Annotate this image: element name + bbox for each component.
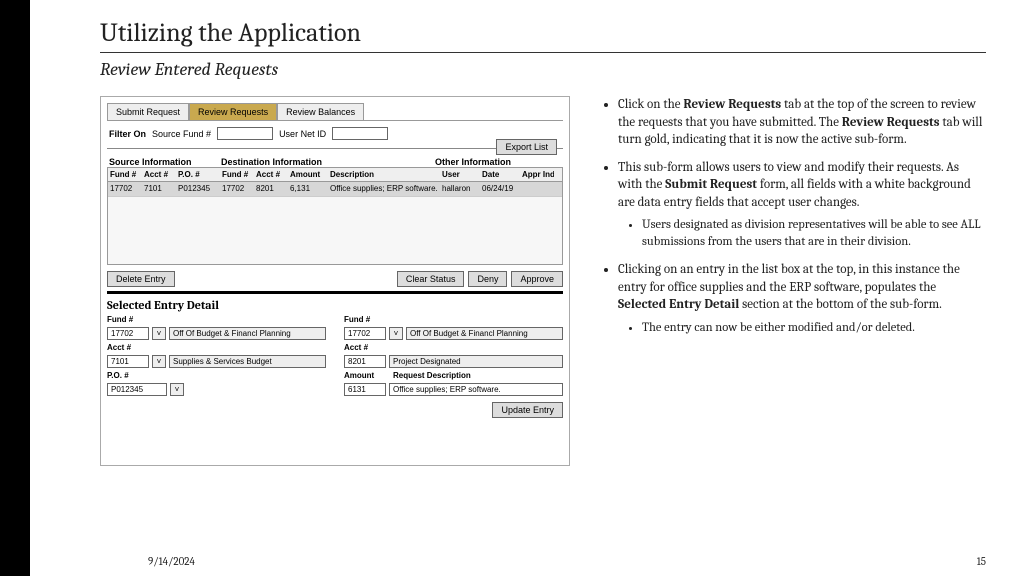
cell-po: P012345 xyxy=(176,182,220,196)
lbl-acct-r: Acct # xyxy=(344,343,563,352)
col-user: User xyxy=(440,168,480,181)
request-table: Fund # Acct # P.O. # Fund # Acct # Amoun… xyxy=(107,167,563,265)
user-netid-input[interactable] xyxy=(332,127,388,140)
delete-entry-button[interactable]: Delete Entry xyxy=(107,271,175,287)
table-row[interactable]: 17702 7101 P012345 17702 8201 6,131 Offi… xyxy=(108,182,562,196)
footer-date: 9/14/2024 xyxy=(148,555,195,568)
group-destination: Destination Information xyxy=(221,157,435,167)
cell-user: hallaron xyxy=(440,182,480,196)
filter-label: Filter On xyxy=(109,129,146,139)
col-appr: Appr Ind xyxy=(520,168,554,181)
col-description: Description xyxy=(328,168,440,181)
content-row: Submit Request Review Requests Review Ba… xyxy=(100,96,986,466)
left-po-field[interactable]: P012345 xyxy=(107,383,167,396)
cell-desc: Office supplies; ERP software. xyxy=(328,182,440,196)
right-acct-field[interactable]: 8201 xyxy=(344,355,386,368)
table-empty-rows xyxy=(108,196,562,264)
chevron-down-icon[interactable]: ˅ xyxy=(152,327,166,340)
lbl-po: P.O. # xyxy=(107,371,326,380)
col-po: P.O. # xyxy=(176,168,220,181)
left-fund-field[interactable]: 17702 xyxy=(107,327,149,340)
filter-row: Filter On Source Fund # User Net ID xyxy=(107,121,563,146)
cell-fund2: 17702 xyxy=(220,182,254,196)
column-group-headers: Source Information Destination Informati… xyxy=(107,157,563,167)
source-fund-input[interactable] xyxy=(217,127,273,140)
cell-date: 06/24/19 xyxy=(480,182,520,196)
approve-button[interactable]: Approve xyxy=(511,271,563,287)
app-screenshot: Submit Request Review Requests Review Ba… xyxy=(100,96,570,466)
detail-columns: Fund # 17702 ˅ Off Of Budget & Financl P… xyxy=(107,315,563,396)
col-date: Date xyxy=(480,168,520,181)
table-header: Fund # Acct # P.O. # Fund # Acct # Amoun… xyxy=(108,168,562,182)
tab-review-requests[interactable]: Review Requests xyxy=(189,103,277,120)
lbl-amount: Amount xyxy=(344,371,390,380)
slide-accent-bar xyxy=(0,0,30,576)
footer-page-number: 15 xyxy=(977,555,986,568)
tab-review-balances[interactable]: Review Balances xyxy=(277,103,364,120)
group-source: Source Information xyxy=(109,157,221,167)
request-desc-field[interactable]: Office supplies; ERP software. xyxy=(389,383,563,396)
col-fund: Fund # xyxy=(108,168,142,181)
clear-status-button[interactable]: Clear Status xyxy=(397,271,465,287)
cell-appr xyxy=(520,182,554,196)
left-acct-desc: Supplies & Services Budget xyxy=(169,355,326,368)
tab-bar: Submit Request Review Requests Review Ba… xyxy=(107,103,563,121)
filter-source-fund-label: Source Fund # xyxy=(152,129,211,139)
list-item: The entry can now be either modified and… xyxy=(642,320,986,337)
filter-user-netid-label: User Net ID xyxy=(279,129,326,139)
chevron-down-icon[interactable]: ˅ xyxy=(170,383,184,396)
col-acct2: Acct # xyxy=(254,168,288,181)
action-row: Delete Entry Clear Status Deny Approve xyxy=(107,271,563,287)
deny-button[interactable]: Deny xyxy=(468,271,507,287)
lbl-fund-r: Fund # xyxy=(344,315,563,324)
list-item: Click on the Review Requests tab at the … xyxy=(618,96,986,149)
chevron-down-icon[interactable]: ˅ xyxy=(152,355,166,368)
thick-rule xyxy=(107,291,563,294)
export-list-button[interactable]: Export List xyxy=(496,139,557,155)
col-fund2: Fund # xyxy=(220,168,254,181)
right-acct-desc: Project Designated xyxy=(389,355,563,368)
right-fund-field[interactable]: 17702 xyxy=(344,327,386,340)
instruction-text: Click on the Review Requests tab at the … xyxy=(600,96,986,466)
list-item: Clicking on an entry in the list box at … xyxy=(618,261,986,337)
group-other: Other Information xyxy=(435,157,561,167)
col-acct: Acct # xyxy=(142,168,176,181)
detail-heading: Selected Entry Detail xyxy=(107,298,563,312)
chevron-down-icon[interactable]: ˅ xyxy=(389,327,403,340)
title-rule xyxy=(100,52,986,53)
list-item: This sub-form allows users to view and m… xyxy=(618,159,986,251)
left-acct-field[interactable]: 7101 xyxy=(107,355,149,368)
lbl-reqdesc: Request Description xyxy=(393,371,563,380)
lbl-fund: Fund # xyxy=(107,315,326,324)
cell-fund: 17702 xyxy=(108,182,142,196)
slide-body: Utilizing the Application Review Entered… xyxy=(30,0,1024,576)
rule xyxy=(107,148,563,149)
detail-col-left: Fund # 17702 ˅ Off Of Budget & Financl P… xyxy=(107,315,326,396)
tab-submit-request[interactable]: Submit Request xyxy=(107,103,189,120)
cell-acct: 7101 xyxy=(142,182,176,196)
left-fund-desc: Off Of Budget & Financl Planning xyxy=(169,327,326,340)
cell-acct2: 8201 xyxy=(254,182,288,196)
cell-amount: 6,131 xyxy=(288,182,328,196)
list-item: Users designated as division representat… xyxy=(642,217,986,251)
col-amount: Amount xyxy=(288,168,328,181)
right-fund-desc: Off Of Budget & Financl Planning xyxy=(406,327,563,340)
update-entry-button[interactable]: Update Entry xyxy=(492,402,563,418)
lbl-acct: Acct # xyxy=(107,343,326,352)
page-subtitle: Review Entered Requests xyxy=(100,59,986,80)
page-title: Utilizing the Application xyxy=(100,18,986,48)
detail-col-right: Fund # 17702 ˅ Off Of Budget & Financl P… xyxy=(344,315,563,396)
amount-field[interactable]: 6131 xyxy=(344,383,386,396)
